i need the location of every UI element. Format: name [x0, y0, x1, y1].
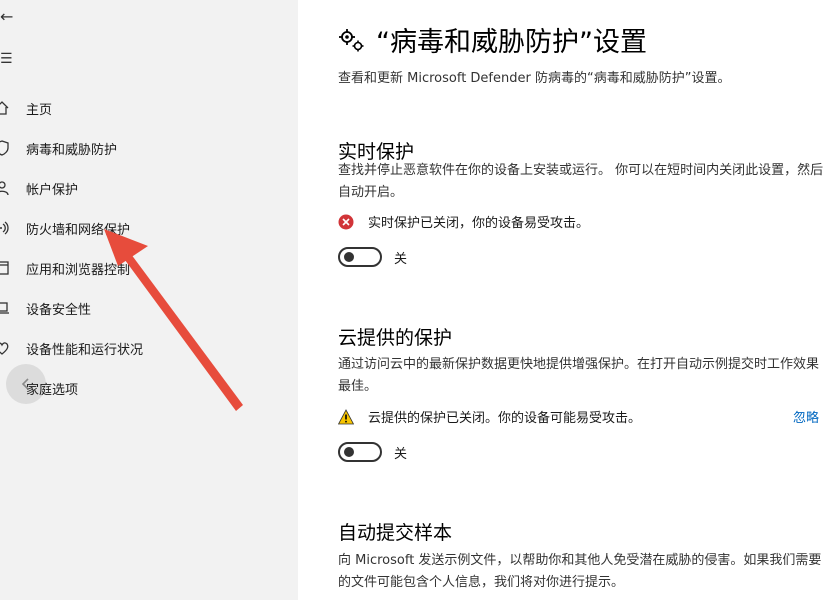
sidebar-item-home[interactable]: 主页: [0, 88, 298, 128]
sidebar-item-label: 家庭选项: [26, 382, 79, 398]
sample-description: 向 Microsoft 发送示例文件，以帮助你和其他人免受潜在威胁的侵害。如果我…: [338, 553, 822, 590]
sidebar-item-label: 应用和浏览器控制: [26, 262, 131, 278]
cloud-toggle-row: 关: [338, 442, 407, 462]
realtime-status-text: 实时保护已关闭，你的设备易受攻击。: [368, 216, 590, 231]
cloud-status: 云提供的保护已关闭。你的设备可能易受攻击。: [338, 407, 818, 426]
sidebar-item-firewall[interactable]: 防火墙和网络保护: [0, 208, 298, 248]
toggle-knob: [344, 252, 354, 262]
page-header: “病毒和威胁防护”设置: [338, 20, 647, 59]
sidebar-item-label: 设备性能和运行状况: [26, 342, 144, 358]
back-button[interactable]: ←: [0, 6, 14, 28]
app-window-icon: [0, 261, 9, 275]
dismiss-link[interactable]: 忽略: [793, 407, 819, 426]
realtime-status: 实时保护已关闭，你的设备易受攻击。: [338, 212, 589, 231]
security-settings-window: ← ☰ 主页 病毒和威胁防护 帐户保护 防火墙和网络保护 应用和浏览器控制 设备…: [0, 0, 837, 600]
cloud-protection-toggle[interactable]: [338, 442, 382, 462]
settings-main-panel: “病毒和威胁防护”设置 查看和更新 Microsoft Defender 防病毒…: [298, 0, 837, 600]
sidebar-item-label: 设备安全性: [26, 302, 92, 318]
cloud-section-title: 云提供的保护: [338, 327, 453, 349]
page-subtitle: 查看和更新 Microsoft Defender 防病毒的“病毒和威胁防护”设置…: [338, 71, 731, 86]
sidebar-item-label: 防火墙和网络保护: [26, 222, 131, 238]
menu-button[interactable]: ☰: [0, 46, 13, 72]
home-icon: [0, 101, 9, 115]
warning-triangle-icon: [338, 408, 354, 424]
sidebar-item-device-performance[interactable]: 设备性能和运行状况: [0, 328, 298, 368]
toggle-knob: [344, 447, 354, 457]
wifi-icon: [0, 221, 9, 235]
sidebar-item-family-options[interactable]: 家庭选项: [0, 368, 298, 408]
realtime-toggle-row: 关: [338, 247, 407, 267]
realtime-toggle-label: 关: [394, 251, 408, 267]
sidebar-item-app-browser-control[interactable]: 应用和浏览器控制: [0, 248, 298, 288]
sidebar-item-label: 病毒和威胁防护: [26, 142, 118, 158]
sidebar: ← ☰ 主页 病毒和威胁防护 帐户保护 防火墙和网络保护 应用和浏览器控制 设备…: [0, 0, 298, 600]
sidebar-item-virus-protection[interactable]: 病毒和威胁防护: [0, 128, 298, 168]
hamburger-menu-icon: ☰: [0, 51, 13, 67]
realtime-protection-toggle[interactable]: [338, 247, 382, 267]
gears-icon: [339, 28, 364, 51]
sidebar-item-label: 帐户保护: [26, 182, 79, 198]
error-circle-icon: [338, 214, 354, 229]
cloud-toggle-label: 关: [394, 446, 408, 462]
back-arrow-icon: ←: [0, 7, 14, 26]
cloud-description: 通过访问云中的最新保护数据更快地提供增强保护。在打开自动示例提交时工作效果最佳。: [338, 357, 820, 394]
cloud-status-text: 云提供的保护已关闭。你的设备可能易受攻击。: [368, 411, 642, 426]
sidebar-item-account-protection[interactable]: 帐户保护: [0, 168, 298, 208]
heart-icon: [0, 342, 9, 355]
laptop-icon: [0, 302, 9, 314]
shield-icon: [0, 140, 9, 156]
sample-section-title: 自动提交样本: [338, 522, 453, 544]
sidebar-item-label: 主页: [26, 102, 53, 118]
person-icon: [0, 181, 9, 196]
realtime-description: 查找并停止恶意软件在你的设备上安装或运行。 你可以在短时间内关闭此设置，然后自动…: [338, 163, 824, 200]
page-title: “病毒和威胁防护”设置: [376, 27, 647, 58]
sidebar-item-device-security[interactable]: 设备安全性: [0, 288, 298, 328]
